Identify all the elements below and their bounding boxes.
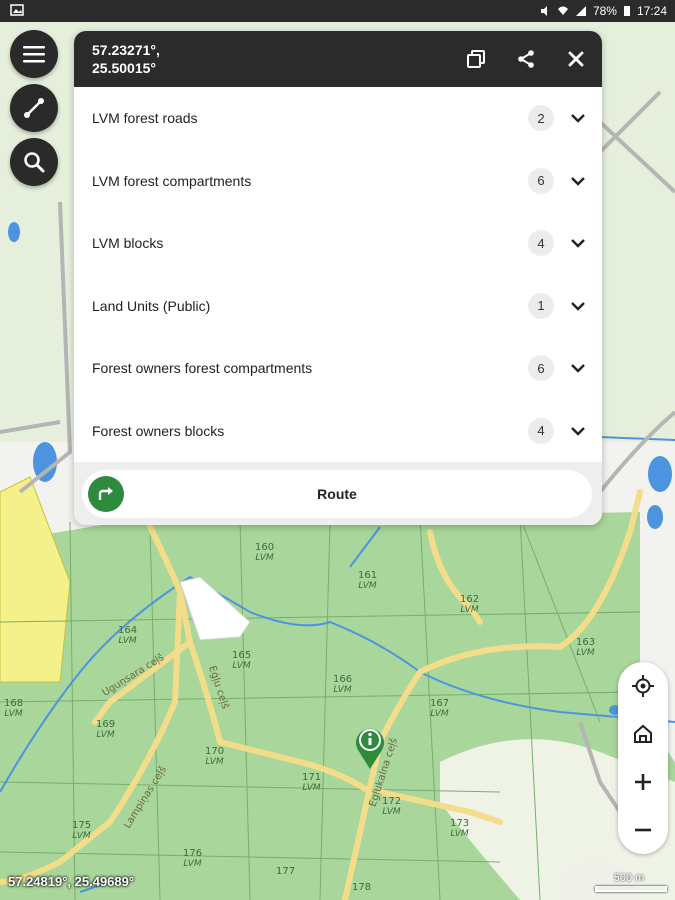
compartment-label: 175 LVM — [72, 820, 92, 841]
crosshair-icon — [632, 675, 654, 697]
scale-bar — [595, 886, 667, 892]
my-location-button[interactable] — [618, 662, 668, 710]
compartment-label: 165 LVM — [232, 650, 252, 671]
layer-name: LVM forest compartments — [92, 172, 252, 189]
battery-icon — [623, 6, 630, 16]
panel-header: 57.23271°, 25.50015° — [74, 31, 602, 87]
minus-icon — [635, 828, 651, 832]
chevron-down-icon[interactable] — [568, 108, 588, 128]
compartment-label: 164 LVM — [118, 625, 138, 646]
compartment-label: 161 LVM — [358, 570, 378, 591]
copy-button[interactable] — [464, 47, 488, 71]
compartment-label: 166 LVM — [333, 674, 353, 695]
status-time: 17:24 — [636, 4, 667, 18]
chevron-down-icon[interactable] — [568, 296, 588, 316]
route-button[interactable]: Route — [82, 470, 592, 518]
battery-text: 78% — [592, 4, 617, 18]
compartment-label: 169 LVM — [96, 719, 116, 740]
layer-name: LVM blocks — [92, 235, 164, 252]
status-bar: 78% 17:24 — [0, 0, 675, 22]
image-icon — [10, 4, 24, 16]
layer-row-forest-owners-blocks[interactable]: Forest owners blocks 4 — [74, 400, 602, 463]
3d-house-icon — [634, 724, 652, 743]
route-tool-button[interactable] — [10, 84, 58, 132]
route-area: Route — [74, 462, 602, 525]
wifi-icon — [557, 6, 568, 15]
compartment-label: 178 — [352, 882, 372, 893]
layer-name: Forest owners blocks — [92, 422, 225, 439]
compartment-label: 162 LVM — [460, 594, 480, 615]
panel-coordinates: 57.23271°, 25.50015° — [92, 41, 160, 77]
compartment-label: 163 LVM — [576, 637, 596, 658]
layer-count-badge: 4 — [528, 417, 554, 444]
location-info-panel: 57.23271°, 25.50015° LVM forest roads 2 … — [74, 31, 602, 525]
compartment-label: 167 LVM — [430, 698, 450, 719]
tilt-view-button[interactable] — [618, 710, 668, 758]
layer-row-lvm-forest-compartments[interactable]: LVM forest compartments 6 — [74, 150, 602, 213]
share-button[interactable] — [514, 47, 538, 71]
zoom-in-button[interactable] — [618, 758, 668, 806]
layer-count-badge: 6 — [528, 167, 554, 194]
plus-icon — [635, 774, 651, 790]
signal-icon — [575, 6, 586, 16]
layer-name: Forest owners forest compartments — [92, 360, 313, 377]
layer-row-forest-owners-compartments[interactable]: Forest owners forest compartments 6 — [74, 337, 602, 400]
chevron-down-icon[interactable] — [568, 358, 588, 378]
chevron-down-icon[interactable] — [568, 421, 588, 441]
close-button[interactable] — [564, 47, 588, 71]
menu-button[interactable] — [10, 30, 58, 78]
hamburger-icon — [23, 46, 45, 63]
layer-name: Land Units (Public) — [92, 297, 211, 314]
layer-row-land-units[interactable]: Land Units (Public) 1 — [74, 275, 602, 338]
chevron-down-icon[interactable] — [568, 233, 588, 253]
turn-right-icon — [88, 476, 124, 512]
compartment-label: 168 LVM — [4, 698, 24, 719]
zoom-out-button[interactable] — [618, 806, 668, 854]
compartment-label: 171 LVM — [302, 772, 322, 793]
layer-row-lvm-forest-roads[interactable]: LVM forest roads 2 — [74, 87, 602, 150]
compartment-label: 170 LVM — [205, 746, 225, 767]
coordinates-lat: 57.23271°, — [92, 42, 160, 58]
layer-count-badge: 6 — [528, 355, 554, 382]
scale-label: 500 m — [613, 872, 645, 884]
copy-icon — [467, 50, 485, 68]
compartment-label: 176 LVM — [183, 848, 203, 869]
close-icon — [568, 51, 584, 67]
layer-row-lvm-blocks[interactable]: LVM blocks 4 — [74, 212, 602, 275]
route-line-icon — [24, 98, 44, 118]
coordinates-lon: 25.50015° — [92, 60, 156, 76]
layer-name: LVM forest roads — [92, 110, 198, 127]
layer-count-badge: 4 — [528, 230, 554, 257]
cursor-coordinates: 57.24819°, 25.49689° — [8, 874, 135, 889]
compartment-label: 160 LVM — [255, 542, 275, 563]
chevron-down-icon[interactable] — [568, 171, 588, 191]
status-left-icons — [10, 3, 24, 20]
search-icon — [24, 152, 45, 173]
compartment-label: 172 LVM — [382, 796, 402, 817]
mute-icon — [540, 6, 547, 16]
map-controls — [618, 662, 668, 854]
layer-count-badge: 2 — [528, 105, 554, 132]
layer-count-badge: 1 — [528, 292, 554, 319]
share-icon — [518, 50, 534, 68]
compartment-label: 177 — [276, 866, 296, 877]
compartment-label: 173 LVM — [450, 818, 470, 839]
search-button[interactable] — [10, 138, 58, 186]
route-label: Route — [317, 486, 357, 502]
